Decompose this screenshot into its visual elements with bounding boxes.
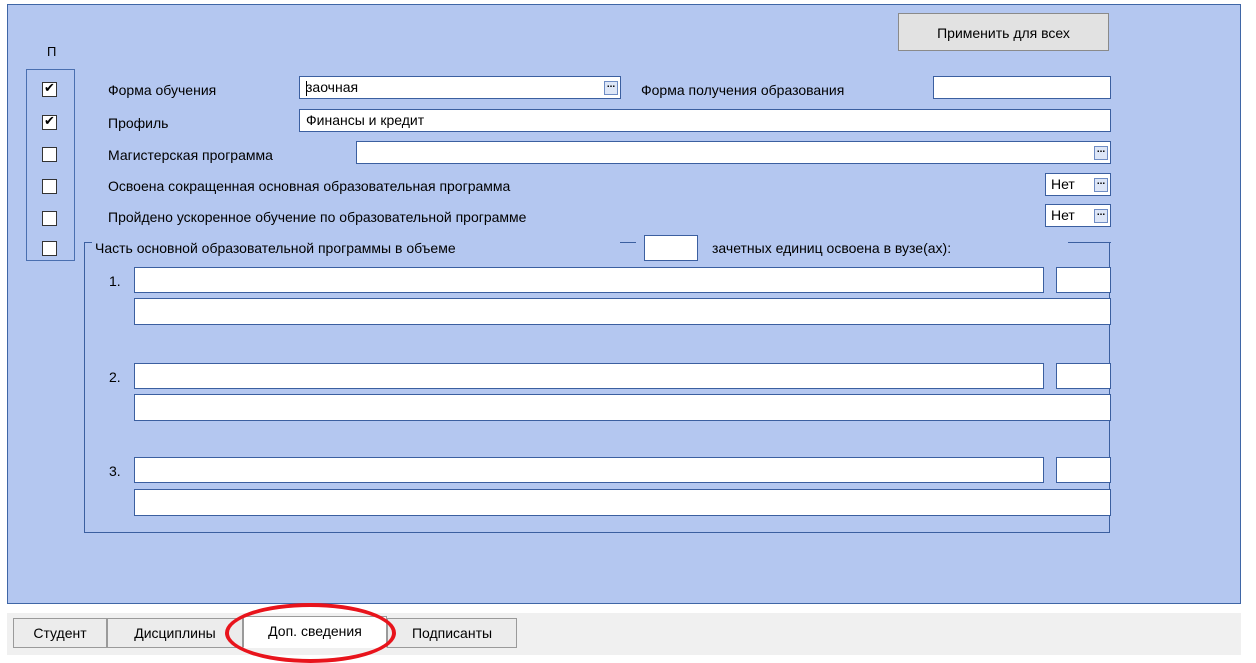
entry-1-units-field[interactable]	[1056, 267, 1111, 293]
study-form-field[interactable]: заочная ...	[299, 76, 621, 99]
entry-number: 3.	[109, 463, 121, 479]
part-program-label: Часть основной образовательной программы…	[95, 240, 456, 256]
profile-value: Финансы и кредит	[306, 112, 425, 128]
apply-all-button[interactable]: Применить для всех	[898, 13, 1109, 51]
checkbox-part[interactable]	[42, 241, 57, 256]
entry-2-name-field[interactable]	[134, 363, 1044, 389]
shortened-program-ellipsis-button[interactable]: ...	[1094, 177, 1108, 192]
part-units-suffix-label: зачетных единиц освоена в вузе(ах):	[712, 240, 952, 256]
study-form-value: заочная	[306, 79, 359, 95]
entry-1-note-field[interactable]	[134, 298, 1111, 325]
part-units-field[interactable]	[644, 235, 698, 261]
checkbox-profile[interactable]: ✔	[42, 115, 57, 130]
edu-form-field[interactable]	[933, 76, 1111, 99]
groupbox-border-top	[84, 242, 92, 243]
edu-form-label: Форма получения образования	[641, 82, 845, 98]
master-program-field[interactable]: ...	[356, 141, 1111, 164]
entry-2-units-field[interactable]	[1056, 363, 1111, 389]
shortened-program-value: Нет	[1051, 176, 1075, 192]
accelerated-study-ellipsis-button[interactable]: ...	[1094, 208, 1108, 223]
tab-signatories[interactable]: Подписанты	[387, 618, 517, 648]
checkbox-column: ✔ ✔	[26, 69, 75, 261]
profile-field[interactable]: Финансы и кредит	[299, 109, 1111, 132]
study-form-label: Форма обучения	[108, 82, 217, 98]
master-program-label: Магистерская программа	[108, 147, 273, 163]
groupbox-border-top	[1068, 242, 1111, 243]
master-program-ellipsis-button[interactable]: ...	[1094, 145, 1108, 160]
checkbox-master[interactable]	[42, 147, 57, 162]
accelerated-study-label: Пройдено ускоренное обучение по образова…	[108, 209, 527, 225]
groupbox-border-top	[620, 242, 636, 243]
accelerated-study-value: Нет	[1051, 207, 1075, 223]
entry-number: 2.	[109, 369, 121, 385]
tab-student[interactable]: Студент	[13, 618, 107, 648]
checkbox-study-form[interactable]: ✔	[42, 82, 57, 97]
profile-label: Профиль	[108, 115, 169, 131]
shortened-program-field[interactable]: Нет ...	[1045, 173, 1111, 196]
entry-number: 1.	[109, 273, 121, 289]
tab-disciplines[interactable]: Дисциплины	[107, 618, 243, 648]
checkbox-accelerated[interactable]	[42, 211, 57, 226]
entry-2-note-field[interactable]	[134, 394, 1111, 421]
checkbox-shortened[interactable]	[42, 179, 57, 194]
accelerated-study-field[interactable]: Нет ...	[1045, 204, 1111, 227]
highlight-ring	[225, 603, 396, 663]
entry-3-note-field[interactable]	[134, 489, 1111, 516]
tab-bar: Студент Дисциплины Доп. сведения Подписа…	[7, 613, 1241, 655]
shortened-program-label: Освоена сокращенная основная образовател…	[108, 178, 511, 194]
entry-3-name-field[interactable]	[134, 457, 1044, 483]
entry-1-name-field[interactable]	[134, 267, 1044, 293]
study-form-ellipsis-button[interactable]: ...	[604, 80, 618, 95]
column-header-p: П	[47, 44, 57, 59]
entry-3-units-field[interactable]	[1056, 457, 1111, 483]
